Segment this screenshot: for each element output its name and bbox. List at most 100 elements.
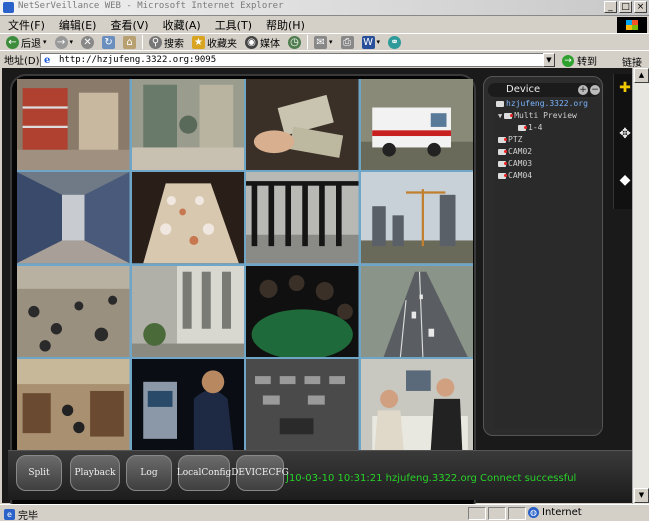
diamond-icon[interactable]: ◆	[617, 172, 633, 188]
media-label: 媒体	[260, 38, 281, 50]
group-icon	[504, 112, 514, 119]
page-done-icon: e	[4, 509, 15, 520]
forward-dropdown-icon[interactable]: ▾	[70, 38, 74, 46]
split-button[interactable]: Split	[16, 455, 62, 491]
menu-file[interactable]: 文件(F)	[8, 17, 45, 33]
menu-favorites[interactable]: 收藏(A)	[163, 17, 201, 33]
toolbar-separator	[142, 35, 144, 49]
status-segment	[488, 507, 506, 520]
back-dropdown-icon[interactable]: ▾	[43, 38, 47, 46]
menu-tools[interactable]: 工具(T)	[215, 17, 252, 33]
tree-camera-ptz[interactable]: PTZ	[498, 135, 522, 144]
stop-button[interactable]: ✕	[79, 35, 96, 49]
video-tile-storage-aisle[interactable]	[17, 172, 130, 264]
zone-label: Internet	[542, 507, 582, 518]
preview-icon	[518, 124, 527, 131]
video-grid	[17, 79, 473, 450]
favorites-button[interactable]: ★ 收藏夹	[190, 35, 239, 50]
history-button[interactable]: ◷	[286, 35, 303, 49]
tree-camera-cam04[interactable]: CAM04	[498, 171, 532, 180]
surveillance-app: Device + − hzjufeng.3322.org ▼ Multi Pre…	[2, 68, 635, 516]
device-panel-header: Device + −	[488, 83, 600, 97]
video-tile-shopping-mall[interactable]	[131, 79, 244, 171]
video-tile-iron-gate[interactable]	[246, 172, 359, 264]
video-tile-warehouse-shelves[interactable]	[17, 79, 130, 171]
tree-server[interactable]: hzjufeng.3322.org	[496, 99, 588, 108]
video-tile-ambulance[interactable]	[360, 79, 473, 171]
home-button[interactable]: ⌂	[121, 35, 138, 49]
mail-dropdown-icon[interactable]: ▾	[329, 38, 333, 46]
mail-button[interactable]: ✉ ▾	[312, 35, 335, 49]
minimize-button[interactable]: _	[604, 1, 617, 13]
tree-group-child[interactable]: 1-4	[518, 123, 542, 132]
video-tile-building-exterior[interactable]	[131, 265, 244, 357]
close-button[interactable]: ×	[634, 1, 647, 13]
video-tile-casino-table[interactable]	[246, 265, 359, 357]
video-tile-parking-lot[interactable]	[246, 358, 359, 450]
tree-camera-label: CAM04	[508, 171, 533, 180]
address-label: 地址(D)	[4, 56, 40, 67]
toolbar-separator	[307, 35, 309, 49]
address-dropdown-icon[interactable]: ▼	[543, 53, 555, 67]
window-title: NetSerVeillance WEB - Microsoft Internet…	[18, 1, 284, 11]
history-icon: ◷	[288, 35, 302, 49]
ptz-arrows-icon[interactable]: ✥	[617, 126, 633, 142]
maximize-button[interactable]: □	[619, 1, 632, 13]
windows-flag-icon	[626, 20, 638, 30]
back-label: 后退	[21, 38, 41, 50]
tree-group[interactable]: ▼ Multi Preview	[498, 111, 577, 120]
video-tile-crowded-hall[interactable]	[17, 265, 130, 357]
camera-icon	[498, 160, 507, 167]
video-tile-city-skyline[interactable]	[360, 172, 473, 264]
video-tile-retail-store[interactable]	[17, 358, 130, 450]
menu-view[interactable]: 查看(V)	[110, 17, 148, 33]
log-button[interactable]: Log	[126, 455, 172, 491]
search-button[interactable]: ⚲ 搜索	[147, 35, 186, 50]
status-done-label: 完毕	[18, 511, 38, 521]
print-icon: ⎙	[340, 35, 354, 49]
status-done: e 完毕	[4, 507, 38, 521]
puzzle-icon[interactable]: ✚	[617, 80, 633, 96]
edit-button[interactable]: W ▾	[360, 35, 383, 49]
forward-button[interactable]: → ▾	[53, 35, 76, 49]
windows-logo	[617, 17, 647, 33]
tree-camera-cam02[interactable]: CAM02	[498, 147, 532, 156]
address-input[interactable]: e http://hzjufeng.3322.org:9095	[40, 53, 554, 67]
video-tile-banquet-table[interactable]	[131, 172, 244, 264]
media-button[interactable]: ◉ 媒体	[243, 35, 282, 50]
video-tile-checkout-counter[interactable]	[360, 358, 473, 450]
device-tree: hzjufeng.3322.org ▼ Multi Preview 1-4 PT…	[494, 99, 602, 429]
vertical-scrollbar[interactable]: ▲ ▼	[632, 68, 649, 504]
edit-dropdown-icon[interactable]: ▾	[377, 38, 381, 46]
menu-edit[interactable]: 编辑(E)	[59, 17, 97, 33]
video-tile-cash-counting[interactable]	[246, 79, 359, 171]
devicecfg-button[interactable]: DEVICECFG	[231, 455, 289, 491]
expand-triangle-icon[interactable]: ▼	[498, 112, 502, 120]
print-button[interactable]: ⎙	[339, 35, 356, 49]
globe-icon: ◍	[528, 507, 539, 518]
camera-icon	[498, 172, 507, 179]
video-tile-highway[interactable]	[360, 265, 473, 357]
messenger-button[interactable]: ⚭	[386, 35, 403, 49]
connection-status: J10-03-10 10:31:21 hzjufeng.3322.org Con…	[286, 473, 577, 484]
menu-help[interactable]: 帮助(H)	[266, 17, 305, 33]
scroll-up-icon[interactable]: ▲	[634, 68, 649, 83]
refresh-icon: ↻	[102, 35, 116, 49]
mail-icon: ✉	[314, 35, 328, 49]
tree-camera-cam03[interactable]: CAM03	[498, 159, 532, 168]
search-icon: ⚲	[149, 35, 163, 49]
playback-button[interactable]: Playback	[70, 455, 120, 491]
remove-device-button[interactable]: −	[590, 85, 600, 95]
back-button[interactable]: ← 后退 ▾	[4, 35, 49, 50]
refresh-button[interactable]: ↻	[100, 35, 117, 49]
ie-icon	[3, 2, 14, 13]
go-button[interactable]: → 转到	[562, 53, 597, 68]
localconfig-button[interactable]: LocalConfig	[177, 455, 231, 491]
links-button[interactable]: 链接	[622, 54, 642, 69]
video-tile-atm-customer[interactable]	[131, 358, 244, 450]
add-device-button[interactable]: +	[578, 85, 588, 95]
server-icon	[496, 100, 504, 107]
security-zone: ◍ Internet	[528, 507, 582, 518]
scroll-down-icon[interactable]: ▼	[634, 488, 649, 503]
address-bar: 地址(D) e http://hzjufeng.3322.org:9095 ▼ …	[0, 50, 649, 69]
